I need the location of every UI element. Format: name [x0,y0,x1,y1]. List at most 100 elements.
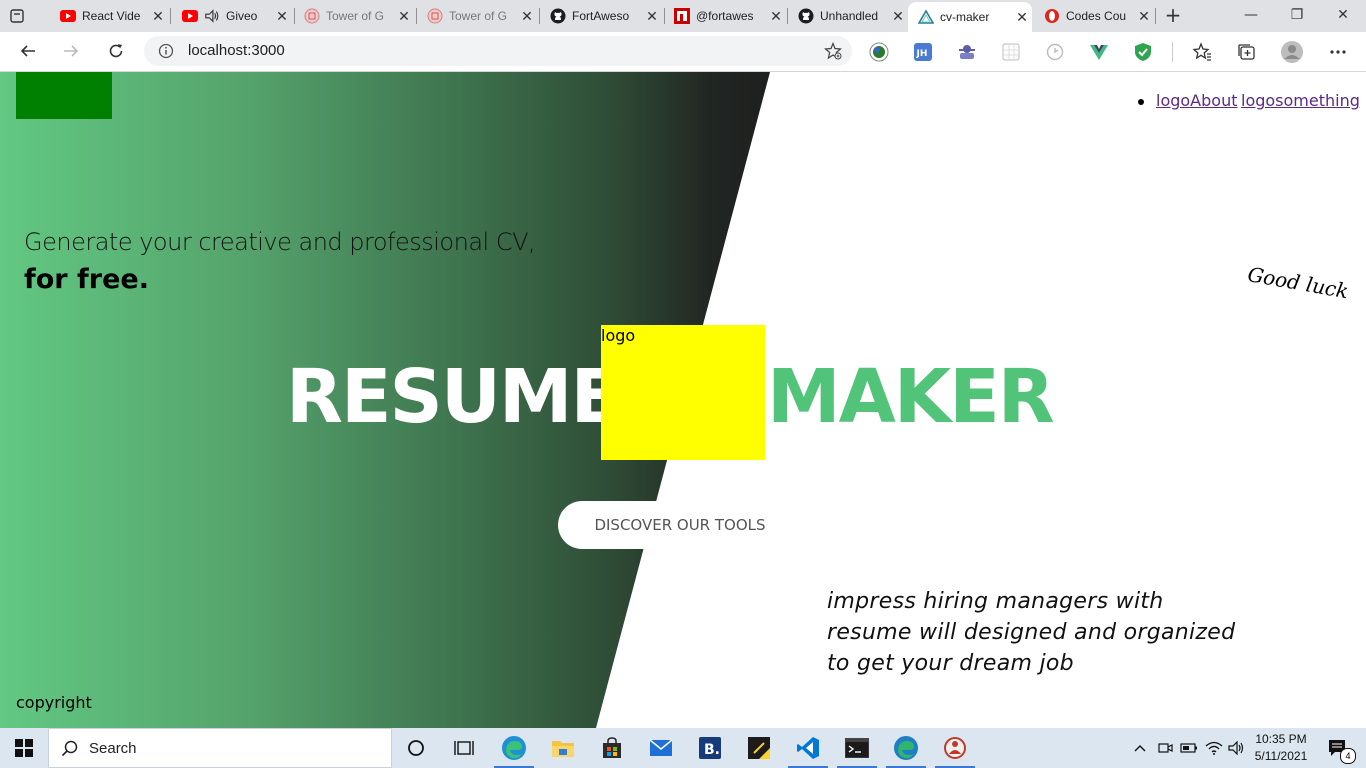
more-options-icon[interactable] [1328,42,1348,62]
svg-text:B.: B. [704,742,720,758]
tab-react-video[interactable]: React Vide ✕ [50,2,168,30]
tab-title: Unhandled [820,9,879,23]
tab-title: Codes Cou [1066,9,1127,23]
edge-taskbar-icon[interactable] [490,728,538,768]
extension-agent-icon[interactable] [957,42,977,62]
extension-jh-icon[interactable]: JH [913,42,933,62]
tab-actions-icon[interactable] [6,5,28,27]
clock-time: 10:35 PM [1255,732,1307,746]
tab-unhandled[interactable]: Unhandled ✕ [788,2,908,30]
tab-strip: React Vide ✕ Giveo ✕ Tower of G ✕ Tower … [0,0,1366,32]
edge-dev-icon[interactable] [882,728,930,768]
vite-icon [918,9,934,25]
tab-codes-course[interactable]: Codes Cou ✕ [1034,2,1154,30]
extension-clock-icon[interactable] [1045,42,1065,62]
discover-tools-button[interactable]: DISCOVER OUR TOOLS [558,501,798,549]
extension-globe-icon[interactable] [869,42,889,62]
svg-text:JH: JH [916,49,928,59]
close-icon[interactable]: ✕ [888,8,908,25]
close-icon[interactable]: ✕ [1012,9,1032,26]
page-content: logoAbout logosomething Generate your cr… [0,72,1366,728]
sticky-notes-icon[interactable] [735,728,783,768]
speaker-icon[interactable] [204,8,220,24]
refresh-button[interactable] [102,38,130,64]
nav-link-something[interactable]: logosomething [1241,91,1360,110]
site-logo[interactable] [16,72,112,119]
notification-count-badge: 4 [1340,748,1356,764]
tower-icon [304,8,320,24]
extension-shield-icon[interactable] [1133,42,1153,62]
close-icon[interactable]: ✕ [517,8,537,25]
github-icon [798,8,814,24]
cortana-icon[interactable] [392,728,440,768]
vscode-icon[interactable] [784,728,832,768]
github-icon [550,8,566,24]
b-app-icon[interactable]: B. [686,728,734,768]
close-icon[interactable]: ✕ [148,8,168,25]
nav-link-about[interactable]: logoAbout [1156,91,1237,110]
taskbar-clock[interactable]: 10:35 PM 5/11/2021 [1248,731,1314,765]
add-favorite-icon[interactable] [824,42,842,60]
info-icon[interactable] [158,43,174,59]
tab-separator [1155,8,1156,24]
hero-title-resume: RESUME [286,354,621,440]
task-view-icon[interactable] [440,728,488,768]
clock-date: 5/11/2021 [1254,749,1308,763]
meet-now-icon[interactable] [1155,728,1175,768]
windows-icon [15,739,33,757]
youtube-icon [60,8,76,24]
address-bar[interactable]: localhost:3000 [144,36,852,66]
npm-icon [674,8,690,24]
close-icon[interactable]: ✕ [642,8,662,25]
mail-icon[interactable] [637,728,685,768]
restore-button[interactable]: ❐ [1274,0,1320,32]
impress-description: impress hiring managers with resume will… [827,589,1236,676]
file-explorer-icon[interactable] [539,728,587,768]
url-text[interactable]: localhost:3000 [188,42,285,59]
hero-title-maker: MAKER [767,354,1055,440]
hero-logo-image: logo [601,325,765,460]
tab-fortawesome-npm[interactable]: @fortawes ✕ [664,2,786,30]
extension-vue-icon[interactable] [1089,42,1109,62]
tab-fortawesome-github[interactable]: FortAweso ✕ [540,2,662,30]
favorites-icon[interactable] [1192,42,1212,62]
copyright-text: copyright [16,693,92,712]
tab-giveo[interactable]: Giveo ✕ [172,2,292,30]
battery-icon[interactable] [1179,728,1199,768]
close-window-button[interactable]: ✕ [1320,0,1366,32]
terminal-icon[interactable] [833,728,881,768]
wifi-icon[interactable] [1204,728,1224,768]
git-app-icon[interactable] [931,728,979,768]
tab-title: @fortawes [696,9,754,23]
forward-button[interactable] [57,38,85,64]
close-icon[interactable]: ✕ [394,8,414,25]
tab-title: FortAweso [572,9,630,23]
good-luck-signature: Good luck [1245,262,1351,304]
volume-icon[interactable] [1227,728,1247,768]
logo-alt-text: logo [601,326,636,345]
start-button[interactable] [0,728,48,768]
taskbar-search[interactable]: Search [48,728,392,768]
new-tab-button[interactable]: + [1162,4,1184,26]
store-icon[interactable] [588,728,636,768]
tab-tower-2[interactable]: Tower of G ✕ [417,2,537,30]
tab-tower-1[interactable]: Tower of G ✕ [294,2,414,30]
tab-title: Giveo [226,9,258,23]
search-icon [61,740,78,757]
refresh-icon [109,44,123,58]
tab-cv-maker[interactable]: cv-maker ✕ [908,2,1032,32]
minimize-button[interactable]: — [1228,0,1274,32]
tagline-line-1: Generate your creative and professional … [24,228,536,256]
profile-avatar-icon[interactable] [1280,40,1304,64]
close-icon[interactable]: ✕ [272,8,292,25]
back-arrow-icon [20,45,35,57]
close-icon[interactable]: ✕ [766,8,786,25]
back-button[interactable] [14,38,42,64]
tab-title: cv-maker [940,10,990,24]
show-hidden-icons[interactable] [1130,728,1150,768]
close-icon[interactable]: ✕ [1134,8,1154,25]
collections-icon[interactable] [1236,42,1256,62]
tagline-line-2: for free. [24,264,149,295]
notifications-icon[interactable]: 4 [1318,728,1358,768]
extension-grid-icon[interactable] [1001,42,1021,62]
